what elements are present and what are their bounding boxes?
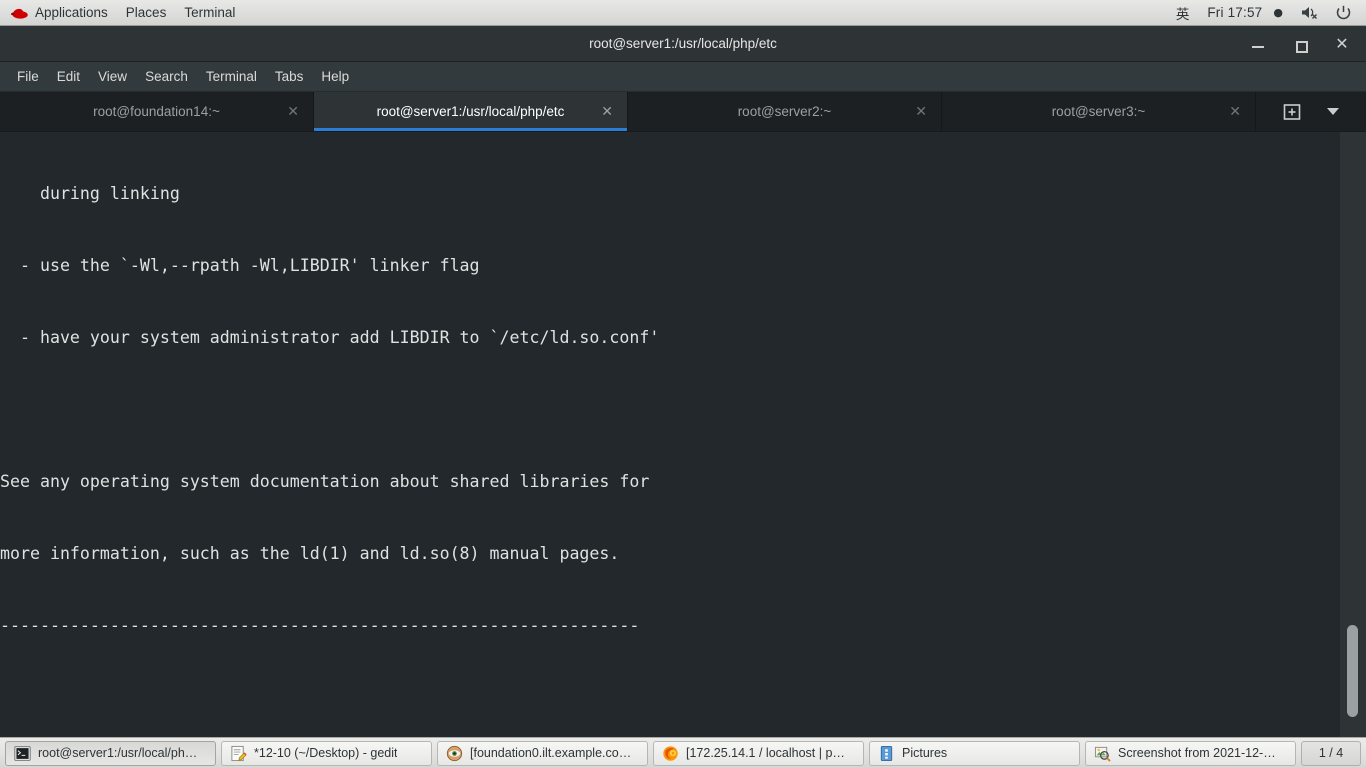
taskbar-label: root@server1:/usr/local/ph… — [38, 746, 198, 760]
places-menu[interactable]: Places — [117, 0, 176, 25]
tab-label: root@server1:/usr/local/php/etc — [376, 104, 565, 119]
power-icon[interactable] — [1327, 0, 1360, 25]
tab-label: root@server3:~ — [1051, 104, 1146, 119]
menu-terminal[interactable]: Terminal — [197, 66, 266, 87]
terminal-output: during linking - use the `-Wl,--rpath -W… — [0, 132, 1340, 737]
terminal-window: root@server1:/usr/local/php/etc ✕ File E… — [0, 26, 1366, 737]
gedit-icon — [231, 745, 247, 761]
menubar: File Edit View Search Terminal Tabs Help — [0, 62, 1366, 92]
tab-actions — [1256, 92, 1366, 131]
tab-label: root@server2:~ — [737, 104, 832, 119]
taskbar-label: [foundation0.ilt.example.co… — [470, 746, 632, 760]
speaker-muted-glyph — [1302, 7, 1317, 19]
remote-viewer-icon — [446, 745, 463, 761]
tab-server2[interactable]: root@server2:~ ✕ — [628, 92, 942, 131]
scrollbar-thumb[interactable] — [1347, 625, 1358, 717]
power-glyph — [1336, 5, 1351, 19]
window-titlebar[interactable]: root@server1:/usr/local/php/etc ✕ — [0, 26, 1366, 62]
panel-status-area: 英 Fri 17:57 ● — [1167, 0, 1366, 25]
taskbar-files[interactable]: Pictures — [869, 740, 1080, 766]
terminal-line: more information, such as the ld(1) and … — [0, 544, 620, 563]
terminal-icon — [14, 745, 31, 761]
input-method-label: 英 — [1175, 6, 1190, 23]
volume-muted-icon[interactable] — [1292, 0, 1327, 25]
tab-foundation14[interactable]: root@foundation14:~ ✕ — [0, 92, 314, 131]
applications-menu[interactable]: Applications — [0, 0, 117, 25]
input-method-indicator[interactable]: 英 — [1167, 0, 1199, 25]
chevron-down-icon[interactable] — [1327, 108, 1339, 115]
tab-close-icon[interactable]: ✕ — [915, 104, 927, 120]
taskbar-firefox[interactable]: [172.25.14.1 / localhost | p… — [653, 740, 864, 766]
redhat-logo-icon — [11, 8, 28, 19]
minimize-button[interactable] — [1250, 36, 1266, 52]
terminal-app-menu[interactable]: Terminal — [175, 0, 244, 25]
panel-menus: Applications Places Terminal — [0, 0, 244, 25]
terminal-line: ----------------------------------------… — [0, 616, 640, 635]
maximize-button[interactable] — [1292, 36, 1308, 53]
terminal-app-menu-label: Terminal — [184, 5, 236, 20]
clock[interactable]: Fri 17:57 ● — [1198, 0, 1292, 25]
terminal-line: - use the `-Wl,--rpath -Wl,LIBDIR' linke… — [0, 256, 480, 275]
taskbar-label: *12-10 (~/Desktop) - gedit — [254, 746, 398, 760]
tab-label: root@foundation14:~ — [93, 104, 220, 119]
menu-help[interactable]: Help — [312, 66, 358, 87]
menu-edit[interactable]: Edit — [48, 66, 89, 87]
taskbar-label: Screenshot from 2021-12-… — [1118, 746, 1276, 760]
applications-menu-label: Applications — [35, 5, 108, 20]
terminal-line: - have your system administrator add LIB… — [0, 328, 660, 347]
clock-label: Fri 17:57 — [1207, 5, 1263, 20]
taskbar-gedit[interactable]: *12-10 (~/Desktop) - gedit — [221, 740, 432, 766]
places-menu-label: Places — [125, 5, 167, 20]
window-controls: ✕ — [1250, 35, 1366, 53]
taskbar-label: Pictures — [902, 746, 948, 760]
taskbar: root@server1:/usr/local/ph… *12-10 (~/De… — [0, 737, 1366, 768]
terminal-line: during linking — [0, 184, 180, 203]
tab-close-icon[interactable]: ✕ — [287, 104, 299, 120]
firefox-icon — [663, 745, 678, 761]
taskbar-terminal[interactable]: root@server1:/usr/local/ph… — [5, 740, 216, 766]
menu-tabs[interactable]: Tabs — [266, 66, 313, 87]
close-button[interactable]: ✕ — [1334, 35, 1350, 52]
terminal-line: See any operating system documentation a… — [0, 472, 650, 491]
terminal-screen[interactable]: during linking - use the `-Wl,--rpath -W… — [0, 132, 1366, 737]
tab-bar: root@foundation14:~ ✕ root@server1:/usr/… — [0, 92, 1366, 132]
workspace-indicator[interactable]: 1 / 4 — [1301, 740, 1361, 766]
window-title: root@server1:/usr/local/php/etc — [589, 36, 777, 51]
notification-dot-icon: ● — [1273, 6, 1283, 19]
terminal-scrollbar[interactable] — [1340, 132, 1366, 737]
tab-server3[interactable]: root@server3:~ ✕ — [942, 92, 1256, 131]
image-viewer-icon — [1094, 746, 1111, 762]
tab-server1[interactable]: root@server1:/usr/local/php/etc ✕ — [314, 92, 628, 131]
taskbar-label: [172.25.14.1 / localhost | p… — [686, 746, 845, 760]
files-icon — [880, 745, 893, 761]
tab-close-icon[interactable]: ✕ — [601, 104, 613, 120]
taskbar-virt-viewer[interactable]: [foundation0.ilt.example.co… — [437, 740, 648, 766]
workspace-label: 1 / 4 — [1318, 746, 1344, 760]
new-tab-icon[interactable] — [1283, 103, 1301, 121]
menu-search[interactable]: Search — [136, 66, 197, 87]
menu-view[interactable]: View — [89, 66, 136, 87]
taskbar-screenshot[interactable]: Screenshot from 2021-12-… — [1085, 740, 1296, 766]
tab-close-icon[interactable]: ✕ — [1229, 104, 1241, 120]
menu-file[interactable]: File — [8, 66, 48, 87]
gnome-top-panel: Applications Places Terminal 英 Fri 17:57… — [0, 0, 1366, 26]
